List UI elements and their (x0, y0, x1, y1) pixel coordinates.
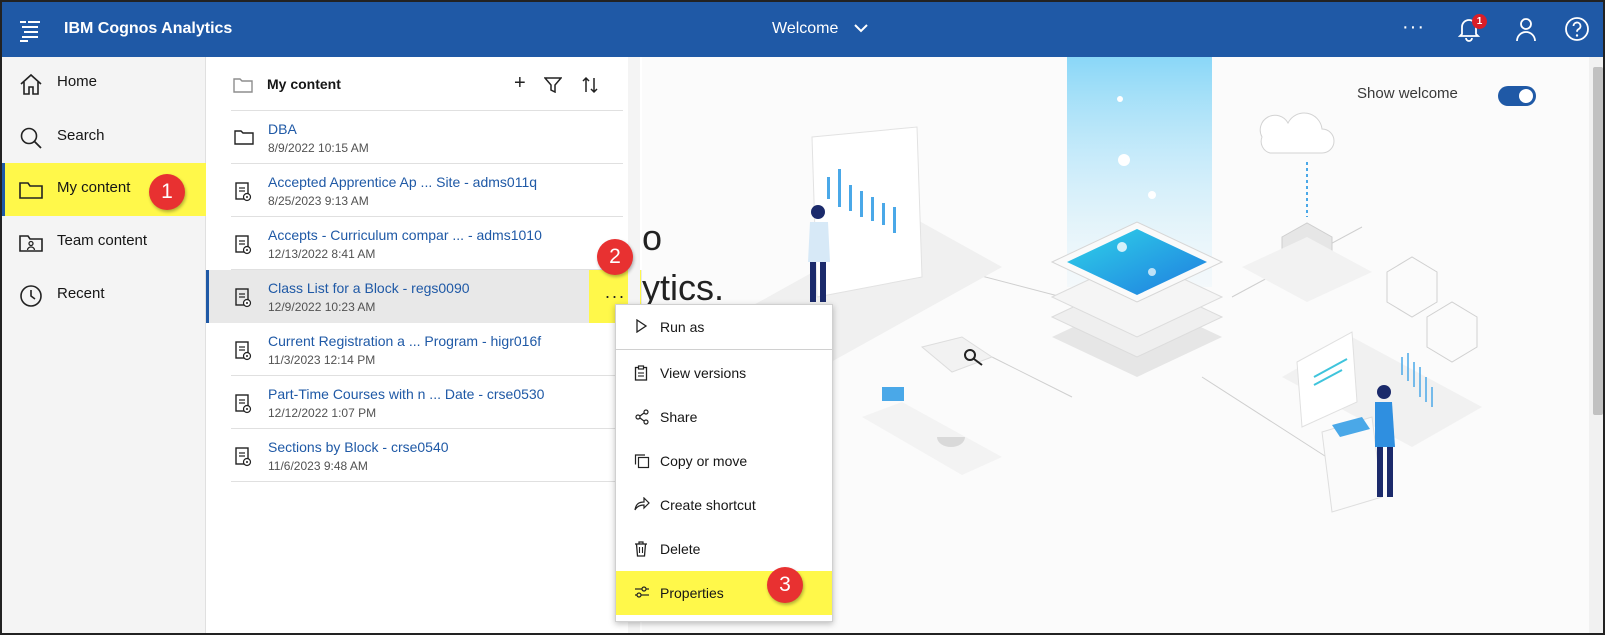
nav-item-label: My content (57, 179, 131, 196)
step-callout-1: 1 (149, 174, 185, 210)
row-modified-date: 12/13/2022 8:41 AM (268, 247, 376, 261)
content-row[interactable]: Class List for a Block - regs0090 12/9/20… (206, 270, 648, 323)
nav-item-search[interactable]: Search (2, 111, 206, 164)
row-name-link[interactable]: Accepts - Curriculum compar ... - adms10… (268, 227, 542, 243)
filter-icon[interactable] (544, 77, 562, 93)
context-menu-item-run-as[interactable]: Run as (616, 305, 832, 349)
folder-icon (19, 182, 43, 199)
row-modified-date: 12/9/2022 10:23 AM (268, 300, 376, 314)
hamburger-menu-icon[interactable] (16, 16, 44, 44)
shortcut-arrow-icon (634, 496, 650, 514)
content-row[interactable]: Part-Time Courses with n ... Date - crse… (206, 376, 648, 429)
welcome-dropdown[interactable]: Welcome (772, 20, 838, 38)
show-welcome-toggle[interactable] (1498, 86, 1536, 106)
notification-badge: 1 (1472, 14, 1487, 29)
panel-title: My content (267, 76, 341, 92)
left-navigation: Home Search My content Team content Rece… (2, 57, 206, 633)
report-icon (234, 447, 252, 472)
sort-icon[interactable] (581, 76, 599, 94)
nav-item-home[interactable]: Home (2, 57, 206, 110)
content-panel: My content + DBA 8/9/2022 10:15 AM Accepte… (206, 57, 648, 633)
context-menu-item-label: Delete (660, 541, 701, 557)
step-callout-2: 2 (597, 239, 633, 275)
search-icon (20, 127, 42, 149)
report-icon (234, 288, 252, 313)
content-row[interactable]: Accepted Apprentice Ap ... Site - adms01… (206, 164, 648, 217)
more-options-button[interactable]: ··· (1402, 16, 1425, 39)
toggle-knob (1519, 89, 1533, 103)
content-row[interactable]: Sections by Block - crse0540 11/6/2023 9:… (206, 429, 648, 482)
report-icon (234, 182, 252, 207)
report-icon (234, 394, 252, 419)
row-modified-date: 8/25/2023 9:13 AM (268, 194, 369, 208)
row-modified-date: 8/9/2022 10:15 AM (268, 141, 369, 155)
app-title: IBM Cognos Analytics (64, 20, 233, 37)
nav-item-label: Recent (57, 285, 105, 302)
row-name-link[interactable]: DBA (268, 121, 297, 137)
home-icon (20, 73, 42, 95)
scrollbar-thumb[interactable] (1593, 67, 1603, 415)
context-menu-item-label: Properties (660, 585, 724, 601)
context-menu-item-share[interactable]: Share (616, 395, 832, 439)
app-window: IBM Cognos Analytics Welcome ··· 1 Home (0, 0, 1605, 635)
content-row[interactable]: Accepts - Curriculum compar ... - adms10… (206, 217, 648, 270)
clipboard-icon (634, 365, 648, 384)
context-menu-separator (616, 349, 832, 350)
row-name-link[interactable]: Accepted Apprentice Ap ... Site - adms01… (268, 174, 537, 190)
panel-header: My content + (231, 57, 623, 111)
clock-icon (20, 285, 42, 307)
context-menu-item-copy-or-move[interactable]: Copy or move (616, 439, 832, 483)
folder-icon (234, 129, 254, 150)
trash-icon (634, 541, 648, 560)
team-folder-icon (19, 235, 43, 252)
context-menu-item-label: Create shortcut (660, 497, 756, 513)
nav-item-label: Home (57, 73, 98, 90)
row-modified-date: 11/6/2023 9:48 AM (268, 459, 368, 473)
row-name-link[interactable]: Sections by Block - crse0540 (268, 439, 449, 455)
context-menu-item-label: Copy or move (660, 453, 748, 469)
row-name-link[interactable]: Part-Time Courses with n ... Date - crse… (268, 386, 544, 402)
content-row[interactable]: DBA 8/9/2022 10:15 AM (206, 111, 648, 164)
nav-item-label: Team content (57, 232, 148, 249)
add-button[interactable]: + (514, 72, 526, 95)
play-icon (634, 318, 648, 336)
context-menu: Run as View versions Share Copy or move Crea… (615, 304, 833, 622)
copy-icon (634, 453, 650, 472)
folder-icon (233, 78, 253, 93)
nav-item-recent[interactable]: Recent (2, 269, 206, 322)
context-menu-item-label: Share (660, 409, 698, 425)
page-scrollbar[interactable] (1589, 57, 1603, 633)
step-callout-3: 3 (767, 567, 803, 603)
nav-item-label: Search (57, 127, 105, 144)
context-menu-item-create-shortcut[interactable]: Create shortcut (616, 483, 832, 527)
chevron-down-icon[interactable] (854, 23, 868, 33)
show-welcome-label: Show welcome (1357, 85, 1458, 102)
sliders-icon (634, 585, 650, 602)
welcome-hero-text-line-2: ytics. (642, 267, 725, 308)
help-icon[interactable] (1564, 16, 1590, 42)
content-row[interactable]: Current Registration a ... Program - hig… (206, 323, 648, 376)
row-name-link[interactable]: Class List for a Block - regs0090 (268, 280, 470, 296)
top-bar: IBM Cognos Analytics Welcome ··· 1 (2, 2, 1603, 57)
share-icon (634, 409, 650, 428)
context-menu-item-label: View versions (660, 365, 747, 381)
user-icon[interactable] (1514, 16, 1538, 42)
row-divider (231, 481, 623, 482)
row-modified-date: 12/12/2022 1:07 PM (268, 406, 377, 420)
row-name-link[interactable]: Current Registration a ... Program - hig… (268, 333, 541, 349)
welcome-hero-text-line-1: o (642, 217, 663, 258)
report-icon (234, 235, 252, 260)
context-menu-item-delete[interactable]: Delete (616, 527, 832, 571)
context-menu-item-label: Run as (660, 319, 705, 335)
report-icon (234, 341, 252, 366)
context-menu-item-view-versions[interactable]: View versions (616, 351, 832, 395)
row-modified-date: 11/3/2023 12:14 PM (268, 353, 376, 367)
nav-item-team-content[interactable]: Team content (2, 216, 206, 269)
